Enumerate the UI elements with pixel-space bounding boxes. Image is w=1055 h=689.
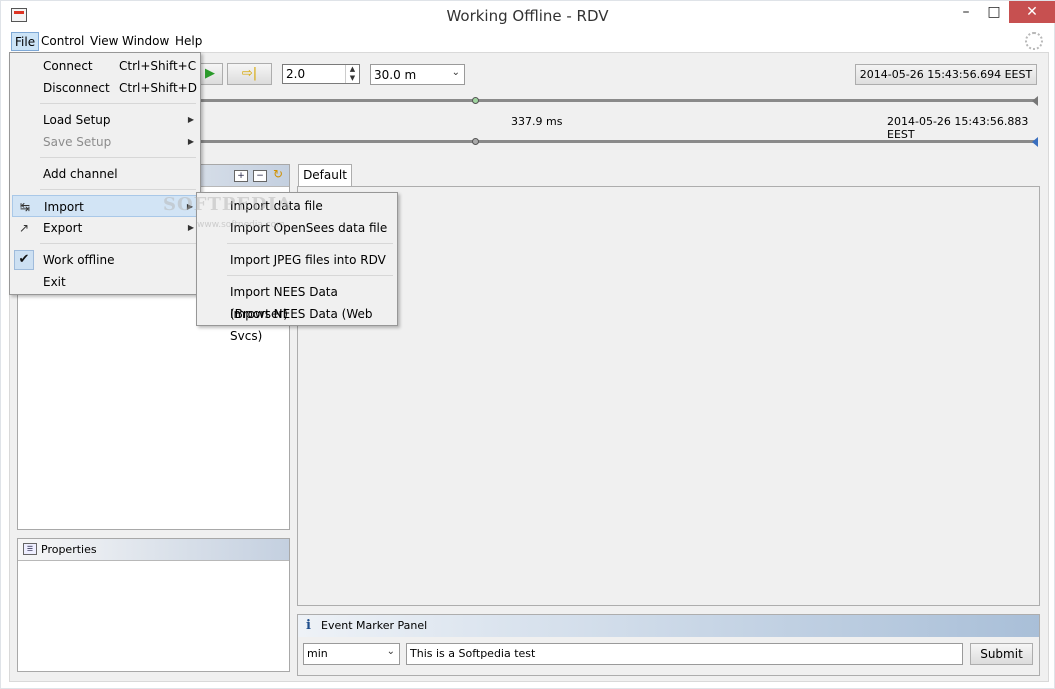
submenu-arrow-icon: ▶	[187, 115, 194, 124]
activity-spinner-icon	[1025, 32, 1043, 50]
zoom-slider-knob[interactable]	[472, 138, 479, 145]
event-marker-header: i Event Marker Panel	[298, 615, 1039, 637]
menu-item-disconnect[interactable]: Disconnect Ctrl+Shift+D	[12, 77, 198, 99]
file-menu: Connect Ctrl+Shift+C Disconnect Ctrl+Shi…	[9, 52, 201, 295]
checkmark-icon: ✔	[14, 250, 34, 270]
timeline-duration: 337.9 ms	[511, 115, 563, 128]
close-button[interactable]: ✕	[1009, 1, 1055, 23]
menu-separator	[227, 243, 393, 244]
submenu-arrow-icon: ▶	[187, 223, 194, 232]
exit-label: Exit	[43, 275, 66, 289]
menu-separator	[40, 243, 196, 244]
save-setup-label: Save Setup	[43, 135, 112, 149]
submenu-arrow-icon: ▶	[187, 137, 194, 146]
maximize-button[interactable]: □	[981, 1, 1007, 23]
refresh-icon[interactable]: ↻	[271, 168, 285, 181]
menu-bar: File Control View Window Help	[9, 31, 1049, 52]
step-forward-button[interactable]: ⇨|	[227, 63, 272, 85]
import-nees-websvcs-label: Import NEES Data (Web Svcs)	[230, 307, 373, 343]
current-time-button[interactable]: 2014-05-26 15:43:56.694 EEST	[855, 64, 1037, 85]
window-title: Working Offline - RDV	[446, 7, 609, 25]
properties-panel-header: ☰ Properties	[18, 539, 289, 561]
menu-separator	[40, 189, 196, 190]
menu-window[interactable]: Window	[119, 32, 172, 51]
menu-separator	[227, 275, 393, 276]
app-window: Working Offline - RDV – □ ✕ File Control…	[0, 0, 1055, 689]
time-scale-select[interactable]: 30.0 m ⌄	[370, 64, 465, 85]
watermark: SOFTPEDIA	[163, 194, 293, 215]
menu-item-work-offline[interactable]: ✔ Work offline	[12, 249, 198, 271]
timeline-end-time: 2014-05-26 15:43:56.883 EEST	[887, 115, 1029, 141]
menu-help[interactable]: Help	[172, 32, 205, 51]
properties-panel: ☰ Properties	[17, 538, 290, 672]
menu-control[interactable]: Control	[38, 32, 87, 51]
expand-all-icon[interactable]: +	[234, 170, 248, 182]
menu-item-connect[interactable]: Connect Ctrl+Shift+C	[12, 55, 198, 77]
export-label: Export	[43, 221, 83, 235]
minimize-button[interactable]: –	[953, 1, 979, 23]
menu-view[interactable]: View	[87, 32, 121, 51]
collapse-all-icon[interactable]: −	[253, 170, 267, 182]
event-text-input[interactable]: This is a Softpedia test	[406, 643, 963, 665]
connect-label: Connect	[43, 59, 93, 73]
location-slider-knob[interactable]	[472, 97, 479, 104]
connect-shortcut: Ctrl+Shift+C	[119, 59, 197, 73]
playback-rate-value: 2.0	[286, 67, 306, 81]
chevron-down-icon: ⌄	[451, 67, 460, 78]
playback-rate-spinner[interactable]: 2.0 ▲ ▼	[282, 64, 360, 84]
title-bar: Working Offline - RDV – □ ✕	[1, 1, 1055, 31]
properties-title: Properties	[41, 543, 97, 556]
work-offline-label: Work offline	[43, 253, 115, 267]
menu-item-add-channel[interactable]: Add channel	[12, 163, 198, 185]
submit-button[interactable]: Submit	[970, 643, 1033, 665]
event-type-select[interactable]: min ⌄	[303, 643, 400, 665]
menu-item-import-nees-websvcs[interactable]: Import NEES Data (Web Svcs)	[199, 303, 395, 343]
add-channel-label: Add channel	[43, 167, 118, 181]
info-icon: i	[306, 618, 311, 633]
import-label: Import	[44, 200, 84, 214]
menu-item-import-jpeg[interactable]: Import JPEG files into RDV	[199, 249, 395, 271]
disconnect-shortcut: Ctrl+Shift+D	[119, 81, 197, 95]
location-slider-track[interactable]	[197, 99, 1037, 102]
menu-item-load-setup[interactable]: Load Setup ▶	[12, 109, 198, 131]
menu-separator	[40, 157, 196, 158]
tab-default[interactable]: Default	[298, 164, 352, 187]
menu-item-exit[interactable]: Exit	[12, 271, 198, 293]
chevron-down-icon: ⌄	[386, 646, 395, 657]
disconnect-label: Disconnect	[43, 81, 110, 95]
menu-separator	[40, 103, 196, 104]
spinner-arrows-icon[interactable]: ▲ ▼	[345, 65, 359, 83]
import-icon: ↹	[19, 200, 31, 214]
menu-item-import-nees-browser[interactable]: Import NEES Data (Browser)	[199, 281, 395, 321]
event-type-value: min	[307, 647, 328, 660]
event-marker-title: Event Marker Panel	[321, 619, 428, 632]
import-jpeg-label: Import JPEG files into RDV	[230, 253, 386, 267]
zoom-slider-end-marker[interactable]	[1032, 137, 1038, 147]
menu-file[interactable]: File	[11, 32, 40, 51]
watermark-url: www.softpedia.com	[197, 220, 285, 230]
menu-item-export[interactable]: ↗ Export ▶	[12, 217, 198, 239]
load-setup-label: Load Setup	[43, 113, 111, 127]
menu-item-save-setup[interactable]: Save Setup ▶	[12, 131, 198, 153]
location-slider-end-marker[interactable]	[1032, 96, 1038, 106]
zoom-slider-track[interactable]	[197, 140, 1037, 143]
properties-table-icon: ☰	[23, 543, 37, 555]
event-text-value: This is a Softpedia test	[410, 647, 536, 660]
data-panel-area	[297, 186, 1040, 606]
time-scale-value: 30.0 m	[374, 68, 417, 82]
export-icon: ↗	[18, 221, 30, 235]
